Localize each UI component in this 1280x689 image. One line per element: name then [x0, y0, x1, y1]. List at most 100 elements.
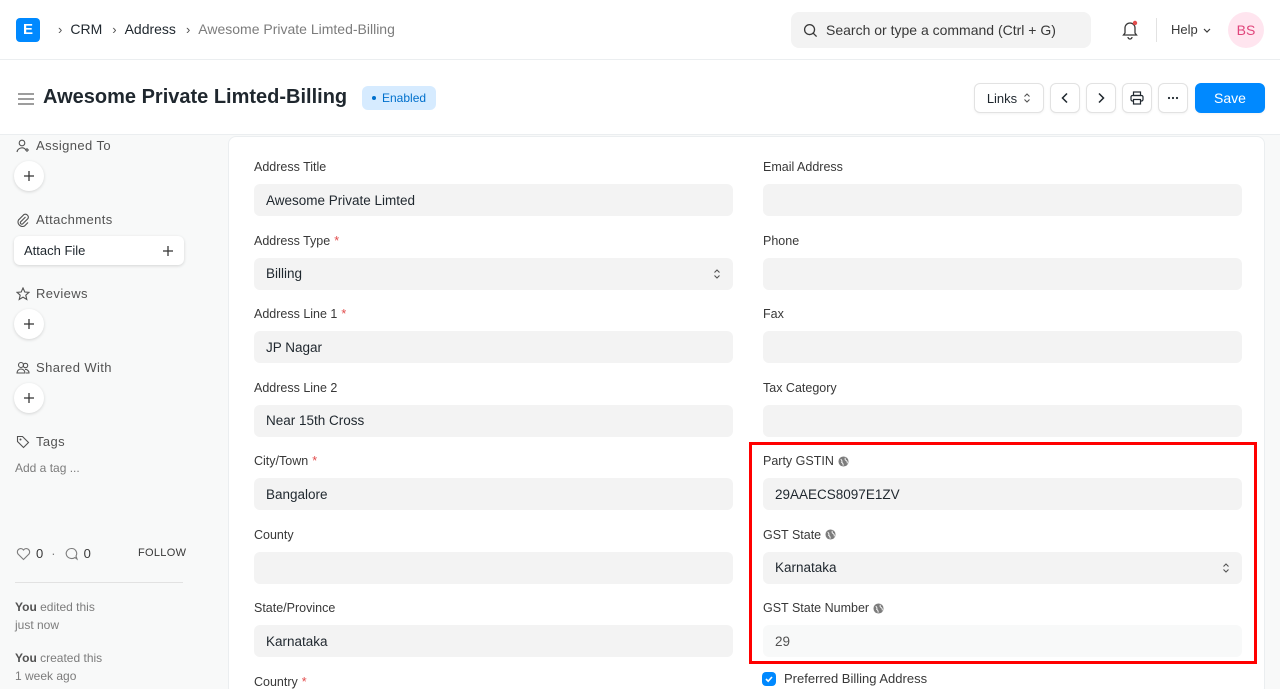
attachments-heading: Attachments	[16, 212, 113, 227]
top-navbar: E › CRM › Address › Awesome Private Limt…	[0, 0, 1280, 60]
field-label-text: Address Line 1	[254, 307, 338, 321]
previous-record-button[interactable]	[1050, 83, 1080, 113]
address-line-1-input[interactable]: JP Nagar	[254, 331, 733, 363]
field-label-text: Email Address	[763, 160, 843, 174]
add-assignee-button[interactable]	[14, 161, 44, 191]
shared-with-label: Shared With	[36, 360, 112, 375]
status-dot	[372, 95, 376, 100]
field-label-text: Phone	[763, 233, 800, 248]
add-tag-link[interactable]: Add a tag ...	[15, 461, 80, 475]
county-label: County	[254, 526, 733, 544]
breadcrumb-current: Awesome Private Limted-Billing	[198, 21, 395, 37]
add-review-button[interactable]	[14, 309, 44, 339]
field-label-text: State/Province	[254, 601, 336, 615]
comment-icon[interactable]	[64, 547, 79, 561]
user-plus-icon	[16, 139, 29, 152]
help-label: Help	[1171, 22, 1198, 37]
city-town-label: City/Town *	[254, 452, 733, 470]
print-button[interactable]	[1122, 83, 1152, 113]
phone-field: Phone	[763, 232, 1242, 290]
links-dropdown[interactable]: Links	[974, 83, 1044, 113]
field-label-text: Address Title	[254, 160, 327, 174]
fax-input[interactable]	[763, 331, 1242, 363]
activity-time: 1 week ago	[15, 669, 77, 683]
chevron-down-icon	[1203, 28, 1211, 33]
state-province-input[interactable]: Karnataka	[254, 625, 733, 657]
field-label-text: Fax	[763, 307, 784, 321]
plus-icon	[24, 319, 34, 329]
address-line-1-label: Address Line 1 *	[254, 305, 733, 323]
activity-action: created this	[40, 651, 103, 665]
field-value: Near 15th Cross	[266, 413, 365, 428]
phone-input[interactable]	[763, 257, 1242, 290]
field-label-text: Address Line 2	[254, 380, 338, 395]
field-value: Bangalore	[266, 486, 328, 502]
bell-icon	[1122, 20, 1138, 40]
field-label-text: County	[254, 527, 294, 542]
chevron-left-icon	[1061, 92, 1068, 104]
next-record-button[interactable]	[1086, 83, 1116, 113]
fax-field: Fax	[763, 305, 1242, 363]
county-input[interactable]	[254, 551, 733, 584]
shared-with-heading: Shared With	[16, 360, 112, 375]
search-icon	[803, 23, 818, 37]
save-button[interactable]: Save	[1195, 83, 1265, 113]
users-icon	[16, 361, 30, 374]
email-address-field: Email Address	[763, 158, 1242, 216]
star-icon	[16, 286, 30, 301]
paperclip-icon	[17, 213, 29, 227]
field-value: Karnataka	[266, 633, 328, 649]
field-value: Awesome Private Limted	[266, 192, 416, 208]
tags-heading: Tags	[16, 434, 65, 449]
links-label: Links	[986, 90, 1018, 106]
check-icon	[765, 675, 773, 682]
field-label-text: Address Type	[254, 233, 331, 248]
email-address-input[interactable]	[763, 184, 1242, 216]
address-line-1-field: Address Line 1 * JP Nagar	[254, 305, 733, 363]
heart-icon[interactable]	[16, 547, 31, 561]
address-line-2-input[interactable]: Near 15th Cross	[254, 404, 733, 437]
address-type-field: Address Type * Billing	[254, 232, 733, 290]
chevron-right-icon: ›	[185, 21, 191, 37]
avatar[interactable]: BS	[1228, 12, 1264, 48]
tax-category-input[interactable]	[763, 404, 1242, 437]
city-town-field: City/Town * Bangalore	[254, 452, 733, 510]
tax-category-label: Tax Category	[763, 379, 1242, 397]
preferred-billing-checkbox-row[interactable]: Preferred Billing Address	[762, 671, 927, 686]
breadcrumb-crm[interactable]: CRM	[70, 21, 102, 37]
likes-count: 0	[36, 546, 44, 561]
address-title-field: Address Title Awesome Private Limted	[254, 158, 733, 216]
tags-label: Tags	[36, 434, 66, 449]
gst-highlight-box	[749, 442, 1257, 664]
attach-file-button[interactable]: Attach File	[14, 236, 184, 265]
activity-time: just now	[15, 618, 60, 632]
status-badge: Enabled	[362, 86, 437, 110]
field-value: JP Nagar	[266, 339, 323, 355]
address-title-input[interactable]: Awesome Private Limted	[254, 184, 733, 216]
app-logo[interactable]: E	[16, 18, 40, 42]
add-share-button[interactable]	[14, 383, 44, 413]
stats-separator: ·	[51, 546, 56, 561]
assigned-to-heading: Assigned To	[16, 138, 111, 153]
notifications-button[interactable]	[1121, 20, 1139, 43]
required-asterisk: *	[341, 307, 347, 321]
page-title: Awesome Private Limted-Billing	[43, 86, 348, 108]
preferred-billing-checkbox[interactable]	[762, 671, 776, 686]
sidebar-toggle[interactable]	[18, 92, 34, 109]
city-town-input[interactable]: Bangalore	[254, 478, 733, 510]
chevron-right-icon: ›	[112, 21, 117, 37]
reviews-heading: Reviews	[16, 286, 88, 301]
search-placeholder: Search or type a command (Ctrl + G)	[826, 22, 1056, 38]
search-bar[interactable]: Search or type a command (Ctrl + G)	[791, 12, 1091, 48]
activity-action: edited this	[40, 600, 95, 614]
county-field: County	[254, 526, 733, 584]
country-field: Country *	[254, 673, 733, 689]
help-dropdown[interactable]: Help	[1171, 22, 1212, 37]
address-type-select[interactable]: Billing	[254, 257, 733, 290]
plus-icon	[24, 393, 34, 403]
follow-button[interactable]: FOLLOW	[138, 547, 186, 559]
engagement-stats: 0 · 0	[16, 546, 91, 561]
breadcrumb-address[interactable]: Address	[125, 21, 176, 37]
select-arrows-icon	[714, 268, 720, 279]
more-actions-button[interactable]	[1158, 83, 1188, 113]
